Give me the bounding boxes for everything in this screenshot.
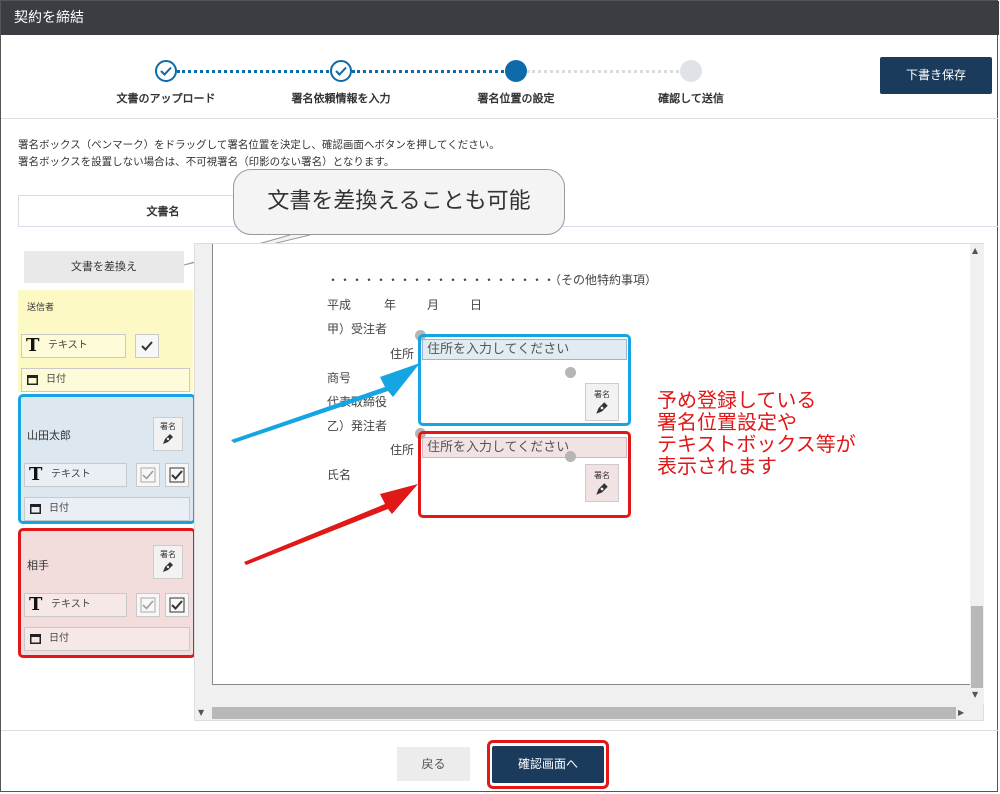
step-3-label: 署名位置の設定 [477, 92, 555, 105]
text-t-icon: T [26, 335, 40, 356]
scroll-down-left-icon[interactable]: ▼ [198, 708, 204, 717]
signer2-text-field[interactable]: T テキスト [24, 593, 127, 617]
doc-other-terms: ・・・・・・・・・・・・・・・・・・・（その他特約事項） [327, 273, 658, 287]
header-divider [1, 118, 998, 119]
step-1-label: 文書のアップロード [116, 92, 216, 105]
sender-label: 送信者 [27, 303, 55, 313]
instruction-line-2: 署名ボックスを設置しない場合は、不可視署名（印影のない署名）となります。 [18, 156, 395, 168]
step-1-check-icon [155, 60, 177, 82]
confirm-button[interactable]: 確認画面へ [492, 746, 604, 783]
doc-year: 年 [384, 298, 397, 312]
signer1-checkbox-b[interactable] [165, 463, 189, 487]
doc-contractor: 甲）受注者 [327, 322, 388, 336]
signer-panel-yamada: 山田太郎 署名 T テキスト 日付 [18, 394, 196, 524]
sender-panel: 送信者 T テキスト 日付 [18, 290, 193, 392]
vertical-scroll-thumb[interactable] [971, 606, 983, 688]
scroll-down-arrow-icon[interactable]: ▼ [972, 690, 978, 699]
signer2-checkbox-b[interactable] [165, 593, 189, 617]
signer2-date-field[interactable]: 日付 [24, 627, 190, 651]
signer2-placement-highlight [418, 431, 631, 518]
signer2-seal-box[interactable]: 署名 [153, 545, 183, 579]
signer1-date-field[interactable]: 日付 [24, 497, 190, 521]
scroll-up-arrow-icon[interactable]: ▲ [972, 246, 978, 255]
step-2-check-icon [330, 60, 352, 82]
replace-document-button[interactable]: 文書を差換え [24, 251, 184, 283]
red-arrow [244, 484, 418, 565]
horizontal-scroll-thumb[interactable] [212, 707, 956, 719]
text-t-icon: T [29, 594, 43, 615]
doc-month: 月 [427, 298, 440, 312]
scroll-right-arrow-icon[interactable]: ▶ [958, 708, 964, 717]
stepper: 文書のアップロード 署名依頼情報を入力 署名位置の設定 確認して送信 [0, 56, 860, 106]
window-title: 契約を締結 [1, 1, 999, 35]
save-draft-button[interactable]: 下書き保存 [880, 57, 992, 94]
pen-icon [163, 434, 173, 444]
step-4-label: 確認して送信 [658, 92, 724, 105]
replace-callout: 文書を差換えることも可能 [233, 169, 565, 235]
signer2-name: 相手 [27, 559, 49, 572]
signer-panel-partner: 相手 署名 T テキスト 日付 [18, 528, 196, 658]
blue-arrow [231, 363, 420, 443]
calendar-icon [27, 375, 38, 385]
sender-checkbox[interactable] [135, 334, 159, 358]
doc-day: 日 [470, 298, 483, 312]
signer2-checkbox-a[interactable] [136, 593, 160, 617]
back-button[interactable]: 戻る [397, 747, 470, 781]
pen-icon [163, 562, 173, 572]
text-t-icon: T [29, 464, 43, 485]
signer1-placement-highlight [418, 334, 631, 426]
footer-divider [1, 730, 998, 731]
step-4-todo-icon [680, 60, 702, 82]
step-2-label: 署名依頼情報を入力 [291, 92, 391, 105]
signer1-text-field[interactable]: T テキスト [24, 463, 127, 487]
sender-text-field[interactable]: T テキスト [21, 334, 126, 358]
calendar-icon [30, 504, 41, 514]
step-3-current-icon [505, 60, 527, 82]
doc-era: 平成 [327, 298, 352, 312]
annotation-text: 予め登録している 署名位置設定や テキストボックス等が 表示されます [657, 388, 856, 478]
signer1-seal-box[interactable]: 署名 [153, 417, 183, 451]
calendar-icon [30, 634, 41, 644]
sender-date-field[interactable]: 日付 [21, 368, 190, 392]
signer1-checkbox-a[interactable] [136, 463, 160, 487]
instruction-line-1: 署名ボックス（ペンマーク）をドラッグして署名位置を決定し、確認画面へボタンを押し… [18, 139, 500, 151]
signer1-name: 山田太郎 [27, 429, 71, 442]
